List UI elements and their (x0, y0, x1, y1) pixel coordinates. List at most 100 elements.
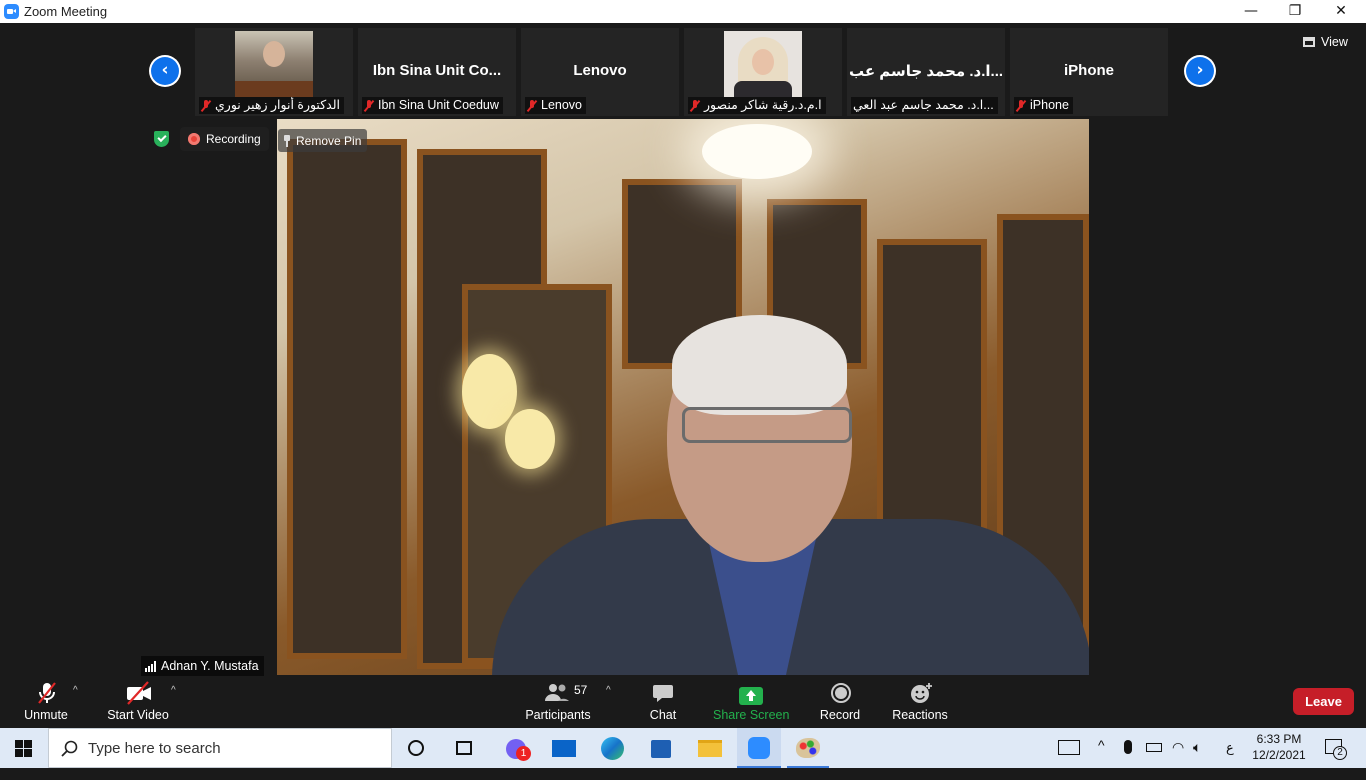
participant-photo (235, 31, 313, 97)
record-button[interactable]: Record (815, 681, 865, 725)
clock[interactable]: 6:33 PM 12/2/2021 (1244, 728, 1314, 768)
recording-dot-icon (188, 133, 200, 145)
chat-label: Chat (649, 708, 677, 722)
participant-tile[interactable]: الدكتورة أنوار زهير نوري (195, 28, 353, 116)
encryption-shield-icon[interactable] (154, 131, 169, 147)
share-screen-icon (739, 687, 763, 705)
paint-icon (796, 738, 820, 758)
chat-icon (653, 685, 673, 702)
record-icon (831, 683, 851, 703)
restore-button[interactable]: ❐ (1272, 0, 1318, 23)
unmute-label: Unmute (24, 708, 68, 722)
active-speaker-name: Adnan Y. Mustafa (161, 659, 259, 673)
viber-badge: 1 (516, 746, 531, 761)
participant-name: Ibn Sina Unit Coeduw (378, 98, 499, 112)
taskbar-zoom[interactable] (737, 728, 781, 768)
window-titlebar: Zoom Meeting — ❐ ✕ (0, 0, 1366, 23)
muted-mic-icon (201, 99, 211, 112)
reactions-label: Reactions (892, 708, 948, 722)
participants-button[interactable]: 57 Participants (524, 681, 592, 725)
reactions-button[interactable]: Reactions (890, 681, 950, 725)
speaker-glasses (682, 407, 852, 443)
start-video-button[interactable]: Start Video (104, 681, 172, 725)
remove-pin-button[interactable]: Remove Pin (278, 129, 368, 152)
participant-label: ا.م.د.رقية شاكر منصور (688, 97, 826, 114)
participant-tile[interactable]: Lenovo Lenovo (521, 28, 679, 116)
unmute-button[interactable]: Unmute (14, 681, 78, 725)
cortana-button[interactable] (397, 728, 435, 768)
leave-button[interactable]: Leave (1293, 688, 1354, 715)
video-options-caret-icon[interactable]: ^ (171, 685, 176, 696)
participants-count: 57 (574, 683, 588, 697)
keyboard-icon[interactable] (1058, 740, 1080, 755)
participant-label: ...ا.د. محمد جاسم عبد العي (851, 97, 998, 114)
meeting-toolbar: Unmute ^ Start Video ^ 57 Participants ^… (0, 677, 1366, 728)
store-icon (651, 740, 671, 758)
taskbar-mail[interactable] (543, 728, 585, 768)
notification-center-button[interactable]: 2 (1322, 728, 1352, 768)
participant-display-name: Ibn Sina Unit Co... (372, 62, 502, 79)
participant-tile[interactable]: ...ا.د. محمد جاسم عب ...ا.د. محمد جاسم ع… (847, 28, 1005, 116)
participant-name: الدكتورة أنوار زهير نوري (215, 98, 340, 112)
volume-icon[interactable]: 🔈︎ (1193, 739, 1201, 779)
participant-tile[interactable]: iPhone iPhone (1010, 28, 1168, 116)
strip-next-button[interactable]: › (1184, 55, 1216, 87)
folder-icon (698, 740, 722, 757)
participant-tile[interactable]: Ibn Sina Unit Co... Ibn Sina Unit Coeduw (358, 28, 516, 116)
remove-pin-label: Remove Pin (296, 133, 362, 148)
taskbar-search-box[interactable]: Type here to search (48, 728, 392, 768)
taskbar-viber[interactable]: 1 (494, 728, 538, 768)
strip-prev-button[interactable]: ‹ (149, 55, 181, 87)
participant-label: Ibn Sina Unit Coeduw (362, 97, 503, 114)
participant-name: ا.م.د.رقية شاكر منصور (704, 98, 822, 112)
view-button[interactable]: View (1303, 32, 1348, 52)
task-view-button[interactable] (443, 728, 485, 768)
windows-logo-icon (15, 740, 32, 757)
video-off-icon (127, 681, 151, 705)
taskbar-file-explorer[interactable] (689, 728, 731, 768)
participant-label: الدكتورة أنوار زهير نوري (199, 97, 344, 114)
zoom-app-icon (4, 4, 19, 19)
participant-display-name: ...ا.د. محمد جاسم عب (848, 63, 1004, 80)
windows-taskbar: Type here to search 1 ^ ◠ 🔈︎ ع 6:33 PM 1… (0, 728, 1366, 768)
participant-name: Lenovo (541, 98, 583, 112)
photo-face (263, 41, 285, 67)
minimize-button[interactable]: — (1228, 0, 1274, 23)
participant-name: ...ا.د. محمد جاسم عبد العي (853, 98, 994, 112)
participant-display-name: iPhone (1063, 62, 1114, 79)
clock-time: 6:33 PM (1256, 732, 1302, 746)
participants-options-caret-icon[interactable]: ^ (606, 685, 611, 696)
battery-icon[interactable] (1146, 743, 1162, 752)
participant-tile[interactable]: ا.م.د.رقية شاكر منصور (684, 28, 842, 116)
lamp-glow (462, 354, 517, 429)
muted-mic-icon (364, 99, 374, 112)
speaker-hair (672, 315, 847, 415)
muted-mic-icon (1016, 99, 1026, 112)
input-language-indicator[interactable]: ع (1226, 740, 1234, 780)
photo-face (752, 49, 774, 75)
close-button[interactable]: ✕ (1318, 0, 1364, 23)
participants-label: Participants (525, 708, 591, 722)
microphone-tray-icon[interactable] (1124, 740, 1132, 754)
taskbar-paint[interactable] (787, 728, 829, 768)
participant-label: iPhone (1014, 97, 1073, 114)
task-view-icon (456, 741, 472, 755)
search-placeholder: Type here to search (88, 740, 221, 757)
start-button[interactable] (0, 728, 48, 768)
window-title: Zoom Meeting (24, 4, 108, 19)
photo-body (734, 81, 792, 97)
audio-options-caret-icon[interactable]: ^ (73, 685, 78, 696)
taskbar-edge[interactable] (592, 728, 634, 768)
show-hidden-icons-chevron-icon[interactable]: ^ (1098, 737, 1105, 777)
recording-indicator[interactable]: Recording (180, 127, 269, 151)
wifi-icon[interactable]: ◠ (1172, 739, 1184, 779)
clock-date: 12/2/2021 (1252, 748, 1306, 762)
photo-desk (235, 81, 313, 97)
share-screen-button[interactable]: Share Screen (713, 681, 789, 725)
participant-photo (724, 31, 802, 97)
notification-count: 2 (1333, 746, 1347, 760)
taskbar-store[interactable] (640, 728, 682, 768)
cortana-icon (408, 740, 424, 756)
recording-label: Recording (206, 132, 261, 146)
chat-button[interactable]: Chat (643, 681, 683, 725)
